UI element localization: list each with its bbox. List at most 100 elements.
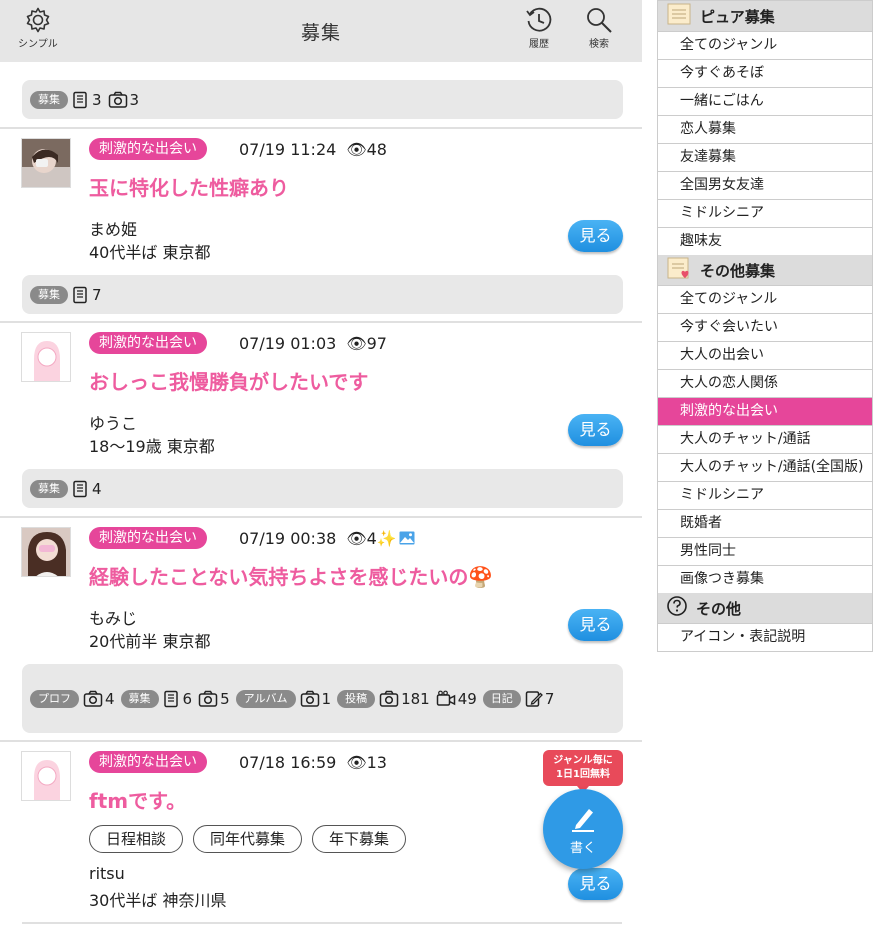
post-date: 07/18 16:59 👁13 (239, 753, 387, 772)
memo-icon (73, 286, 87, 303)
default-avatar-icon (22, 333, 70, 381)
camera-icon (108, 91, 127, 108)
user-name: ritsu (89, 864, 125, 883)
post-title[interactable]: 経験したことない気持ちよさを感じたいの🍄 (89, 561, 493, 590)
recruit-pill: 募集 (30, 285, 68, 304)
sidebar-item[interactable]: 男性同士 (658, 537, 872, 565)
write-post-button[interactable]: 書く (543, 789, 623, 869)
edit-icon (525, 690, 543, 707)
see-button[interactable]: 見る (568, 220, 623, 252)
sidebar-item[interactable]: 趣味友 (658, 227, 872, 255)
view-count: 97 (366, 334, 387, 353)
pen-icon (572, 809, 594, 832)
user-info: 20代前半 東京都 (89, 632, 211, 651)
stats-bar: 募集 3 3 (22, 80, 623, 119)
sidebar-item[interactable]: 大人の恋人関係 (658, 369, 872, 397)
photo-count: 1 (321, 689, 332, 708)
genre-badge: 刺激的な出会い (89, 332, 207, 354)
sidebar-item[interactable]: ミドルシニア (658, 481, 872, 509)
sidebar-item[interactable]: 全てのジャンル (658, 285, 872, 313)
avatar[interactable] (21, 332, 71, 382)
sidebar-heading-label: ピュア募集 (700, 7, 775, 26)
write-label: 書く (569, 841, 596, 856)
sidebar-item[interactable]: 友達募集 (658, 143, 872, 171)
see-button[interactable]: 見る (568, 414, 623, 446)
sidebar-item-active[interactable]: 刺激的な出会い (658, 397, 872, 425)
view-count: 13 (366, 753, 387, 772)
history-label: 履歴 (529, 39, 549, 50)
post-date: 07/19 01:03 👁97 (239, 334, 387, 353)
photo-count: 4 (105, 689, 115, 708)
search-button[interactable]: 検索 (585, 6, 613, 50)
camera-icon (379, 690, 399, 707)
views-icon: 👁 (346, 140, 367, 159)
search-icon (587, 8, 612, 33)
sidebar-item[interactable]: 全てのジャンル (658, 31, 872, 59)
header: シンプル 募集 履歴 検索 (0, 0, 642, 62)
photo-count: 3 (129, 90, 140, 109)
post-date: 07/19 11:24 👁48 (239, 140, 387, 159)
user-name: まめ姫 (89, 220, 138, 239)
post-title[interactable]: おしっこ我慢勝負がしたいです (89, 366, 368, 395)
sidebar-item[interactable]: 一緒にごはん (658, 87, 872, 115)
views-icon: 👁 (346, 529, 367, 548)
album-pill: アルバム (235, 689, 296, 708)
avatar[interactable] (21, 138, 71, 188)
sidebar-item[interactable]: 既婚者 (658, 509, 872, 537)
sidebar-item[interactable]: 画像つき募集 (658, 565, 872, 593)
post-title[interactable]: ftmです。 (89, 785, 186, 814)
photo-count: 5 (220, 689, 230, 708)
see-button[interactable]: 見る (568, 868, 623, 900)
date-text: 07/19 00:38 (239, 529, 337, 548)
diary-count: 7 (544, 689, 555, 708)
sidebar-item[interactable]: ミドルシニア (658, 199, 872, 227)
genre-badge: 刺激的な出会い (89, 138, 207, 160)
search-label: 検索 (589, 39, 609, 50)
genre-badge: 刺激的な出会い (89, 751, 207, 773)
sidebar-item[interactable]: アイコン・表記説明 (658, 623, 872, 651)
help-icon (666, 595, 688, 621)
view-count: 48 (366, 140, 387, 159)
view-count: 4 (366, 529, 377, 548)
sidebar-item[interactable]: 大人のチャット/通話(全国版) (658, 453, 872, 481)
camera-icon (300, 690, 319, 707)
camera-icon (83, 690, 103, 707)
default-avatar-icon (22, 752, 70, 800)
user-name: もみじ (89, 609, 138, 628)
date-text: 07/19 01:03 (239, 334, 337, 353)
diary-pill: 日記 (482, 689, 521, 708)
image-icon (399, 531, 415, 545)
sidebar-item[interactable]: 大人の出会い (658, 341, 872, 369)
sidebar-heading-misc: その他 (658, 593, 872, 623)
sidebar-heading-label: その他 (696, 599, 742, 618)
tag-chip[interactable]: 同年代募集 (193, 825, 303, 853)
photo-count: 181 (401, 689, 430, 708)
avatar[interactable] (21, 751, 71, 801)
user-info: 40代半ば 東京都 (89, 243, 211, 262)
sidebar-item[interactable]: 恋人募集 (658, 115, 872, 143)
stats-bar: 募集 7 (22, 275, 623, 314)
memo-count: 6 (182, 689, 193, 708)
sidebar-item[interactable]: 全国男女友達 (658, 171, 872, 199)
memo-icon (73, 91, 87, 108)
tag-chip[interactable]: 日程相談 (89, 825, 184, 853)
memo-icon (163, 690, 178, 707)
history-button[interactable]: 履歴 (525, 6, 553, 50)
sidebar-item[interactable]: 今すぐ会いたい (658, 313, 872, 341)
free-post-badge: ジャンル毎に 1日1回無料 (543, 750, 623, 793)
avatar[interactable] (21, 527, 71, 577)
sidebar-item[interactable]: 大人のチャット/通話 (658, 425, 872, 453)
sidebar-item[interactable]: 今すぐあそぼ (658, 59, 872, 87)
video-count: 49 (457, 689, 477, 708)
badge-line2: 1日1回無料 (556, 769, 610, 780)
user-info: 30代半ば 神奈川県 (89, 891, 227, 910)
sidebar-heading-other: その他募集 (658, 255, 872, 285)
tag-chip[interactable]: 年下募集 (312, 825, 407, 853)
user-name: ゆうこ (89, 414, 138, 433)
stat-group-post: 投稿 181 49 (337, 689, 483, 708)
notepad-icon (666, 2, 692, 30)
see-button[interactable]: 見る (568, 609, 623, 641)
history-icon (526, 7, 552, 32)
memo-count: 4 (92, 479, 102, 498)
post-title[interactable]: 玉に特化した性癖あり (89, 172, 289, 201)
